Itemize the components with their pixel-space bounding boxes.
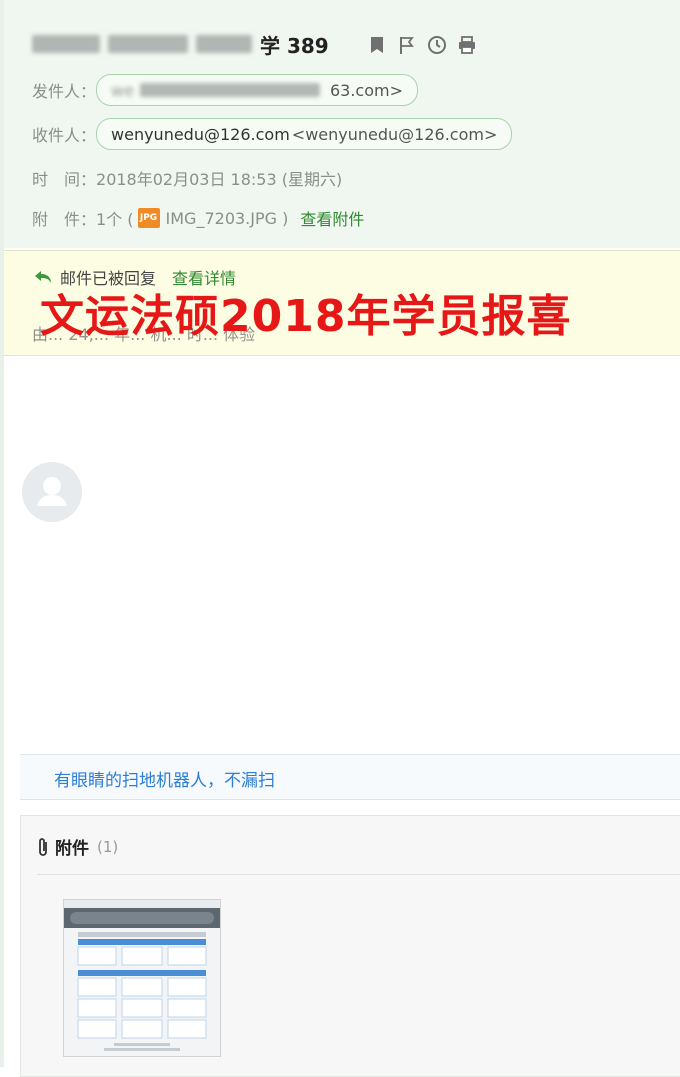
subject-toolbar [366, 34, 478, 56]
sender-blurred: we [111, 80, 134, 100]
promo-text[interactable]: 有眼睛的扫地机器人，不漏扫 [54, 766, 275, 791]
sender-blurred-part [139, 83, 320, 97]
paperclip-icon [39, 837, 47, 856]
attach-filename[interactable]: IMG_7203.JPG ) [166, 209, 289, 228]
recipient-pill[interactable]: wenyunedu@126.com <wenyunedu@126.com> [96, 118, 513, 150]
subject-row: 学 389 [32, 30, 329, 58]
subject-blurred-part [108, 35, 188, 53]
sender-row: 发件人： we 63.com> [32, 74, 419, 106]
time-row: 时 间： 2018年02月03日 18:53 (星期六) [32, 166, 342, 190]
avatar [22, 462, 82, 522]
recipient-name: wenyunedu@126.com [111, 124, 290, 144]
recipient-label: 收件人： [32, 126, 97, 145]
sender-label: 发件人： [32, 82, 97, 101]
attach-count: 1个 ( [96, 210, 134, 229]
divider [37, 874, 680, 875]
subject-blurred-part [32, 35, 100, 53]
attachment-header: 附件 (1) [37, 834, 118, 859]
attachment-section: 附件 (1) [20, 815, 680, 1077]
recipient-address: <wenyunedu@126.com> [291, 124, 498, 144]
view-attachment-link[interactable]: 查看附件 [300, 206, 364, 230]
recipient-row: 收件人： wenyunedu@126.com <wenyunedu@126.co… [32, 118, 513, 150]
attach-label: 附 件： [32, 210, 97, 229]
attachment-label: 附件 [55, 839, 89, 859]
clock-icon[interactable] [426, 34, 448, 56]
subject-text: 学 389 [260, 33, 329, 58]
sender-pill[interactable]: we 63.com> [96, 74, 419, 106]
print-icon[interactable] [456, 34, 478, 56]
attachment-count: (1) [97, 837, 119, 856]
overlay-title: 文运法硕2018年学员报喜 [40, 291, 572, 342]
screenshot-thumbnail-image [64, 900, 220, 1056]
subject-blurred-part [196, 35, 252, 53]
flag-icon[interactable] [396, 34, 418, 56]
jpg-file-icon: JPG [137, 208, 160, 228]
time-label: 时 间： [32, 170, 97, 189]
promo-banner[interactable]: 有眼睛的扫地机器人，不漏扫 [20, 754, 680, 800]
mail-header: 学 389 发件人： we 63.com> 收件人： wenyunedu@126… [4, 0, 680, 248]
attach-row: 附 件： 1个 ( JPG IMG_7203.JPG ) 查看附件 [32, 206, 364, 230]
bookmark-icon[interactable] [366, 34, 388, 56]
attachment-thumbnail[interactable] [63, 899, 221, 1057]
time-value: 2018年02月03日 18:53 (星期六) [96, 170, 343, 189]
avatar-icon [37, 477, 67, 506]
sender-address: 63.com> [329, 80, 404, 100]
